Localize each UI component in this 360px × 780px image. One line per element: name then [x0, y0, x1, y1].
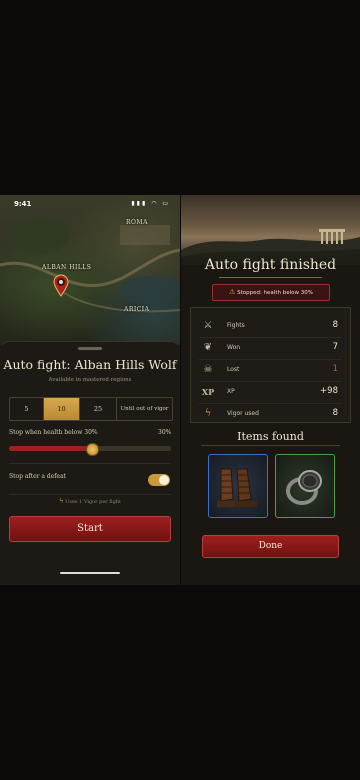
region-map[interactable]: 9:41 ▮▮▮ ◠ ▭ ROMA ALBAN HILLS ARICIA [0, 195, 180, 345]
sheet-subtitle: Available in mastered regions [48, 377, 132, 383]
stat-value: 8 [332, 320, 338, 330]
sheet-drag-handle[interactable] [78, 347, 102, 350]
auto-fight-sheet: Auto fight: Alban Hills Wolf Available i… [0, 341, 180, 585]
auto-fight-results-screen: Auto fight finished ⚠ Stopped: health be… [181, 195, 360, 585]
stat-label: Fights [227, 322, 245, 329]
stat-value: 7 [332, 342, 338, 352]
vigor-note: ϟ Uses 1 Vigor per fight [0, 497, 180, 505]
title-ornament [219, 277, 322, 278]
status-icons: ▮▮▮ ◠ ▭ [131, 200, 170, 207]
health-threshold-value: 30% [158, 429, 172, 436]
stat-row-fights: ⚔ Fights 8 [191, 316, 350, 336]
lightning-icon: ϟ [204, 408, 212, 419]
stat-row-won: ❦ Won 7 [191, 338, 350, 358]
map-label-alban-hills: ALBAN HILLS [42, 264, 92, 271]
health-slider-thumb[interactable] [86, 442, 99, 456]
map-label-roma: ROMA [126, 219, 148, 226]
vigor-note-text: Uses 1 Vigor per fight [65, 499, 122, 505]
skull-icon: ☠ [203, 364, 213, 375]
crossed-swords-icon: ⚔ [203, 320, 213, 331]
done-button[interactable]: Done [202, 535, 339, 558]
location-pin-icon[interactable] [52, 273, 70, 297]
signet-ring-icon [286, 470, 322, 505]
fight-count-option-5[interactable]: 5 [10, 398, 44, 420]
stat-value: 1 [332, 364, 338, 374]
auto-fight-setup-screen: 9:41 ▮▮▮ ◠ ▭ ROMA ALBAN HILLS ARICIA Aut… [0, 195, 180, 585]
start-button[interactable]: Start [9, 516, 171, 542]
fight-count-option-until-out[interactable]: Until out of vigor [117, 398, 172, 420]
fight-count-selector: 5 10 25 Until out of vigor [9, 397, 173, 421]
fight-count-option-10[interactable]: 10 [44, 398, 80, 420]
lightning-icon: ϟ [58, 497, 64, 505]
fight-count-option-25[interactable]: 25 [80, 398, 117, 420]
status-bar: 9:41 ▮▮▮ ◠ ▭ [0, 195, 180, 213]
stat-row-lost: ☠ Lost 1 [191, 360, 350, 380]
stop-after-defeat-toggle[interactable] [148, 474, 170, 486]
fight-stats-panel: ⚔ Fights 8 ❦ Won 7 ☠ Lost 1 XP XP +98 ϟ … [190, 307, 351, 423]
health-slider-fill [9, 446, 92, 451]
stop-after-defeat-label: Stop after a defeat [9, 473, 67, 480]
stat-label: Won [227, 344, 241, 351]
divider [9, 494, 171, 495]
warning-icon: ⚠ [229, 288, 236, 296]
sandals-icon [217, 468, 257, 507]
stat-row-vigor: ϟ Vigor used 8 [191, 404, 350, 424]
stat-row-xp: XP XP +98 [191, 382, 350, 402]
stopped-banner: ⚠ Stopped: health below 30% [212, 284, 330, 301]
items-ornament [201, 445, 340, 446]
stat-label: XP [227, 388, 235, 395]
stat-label: Lost [227, 366, 240, 373]
results-title: Auto fight finished [204, 257, 337, 273]
home-indicator [60, 572, 120, 574]
stat-label: Vigor used [227, 410, 259, 417]
health-threshold-label: Stop when health below 30% [9, 429, 98, 436]
stat-value: +98 [320, 386, 338, 396]
stat-value: 8 [332, 408, 338, 418]
item-slot-sandals[interactable] [208, 454, 268, 518]
divider [9, 463, 171, 464]
items-found-title: Items found [237, 430, 304, 443]
stopped-text: Stopped: health below 30% [237, 290, 313, 296]
xp-icon: XP [201, 387, 215, 397]
health-threshold-slider[interactable] [9, 442, 171, 456]
laurel-wreath-icon: ❦ [203, 342, 213, 353]
toggle-knob [159, 475, 169, 485]
map-label-aricia: ARICIA [124, 306, 150, 313]
sheet-title: Auto fight: Alban Hills Wolf [3, 357, 177, 372]
status-time: 9:41 [14, 200, 32, 208]
item-slot-signet-ring[interactable] [275, 454, 335, 518]
